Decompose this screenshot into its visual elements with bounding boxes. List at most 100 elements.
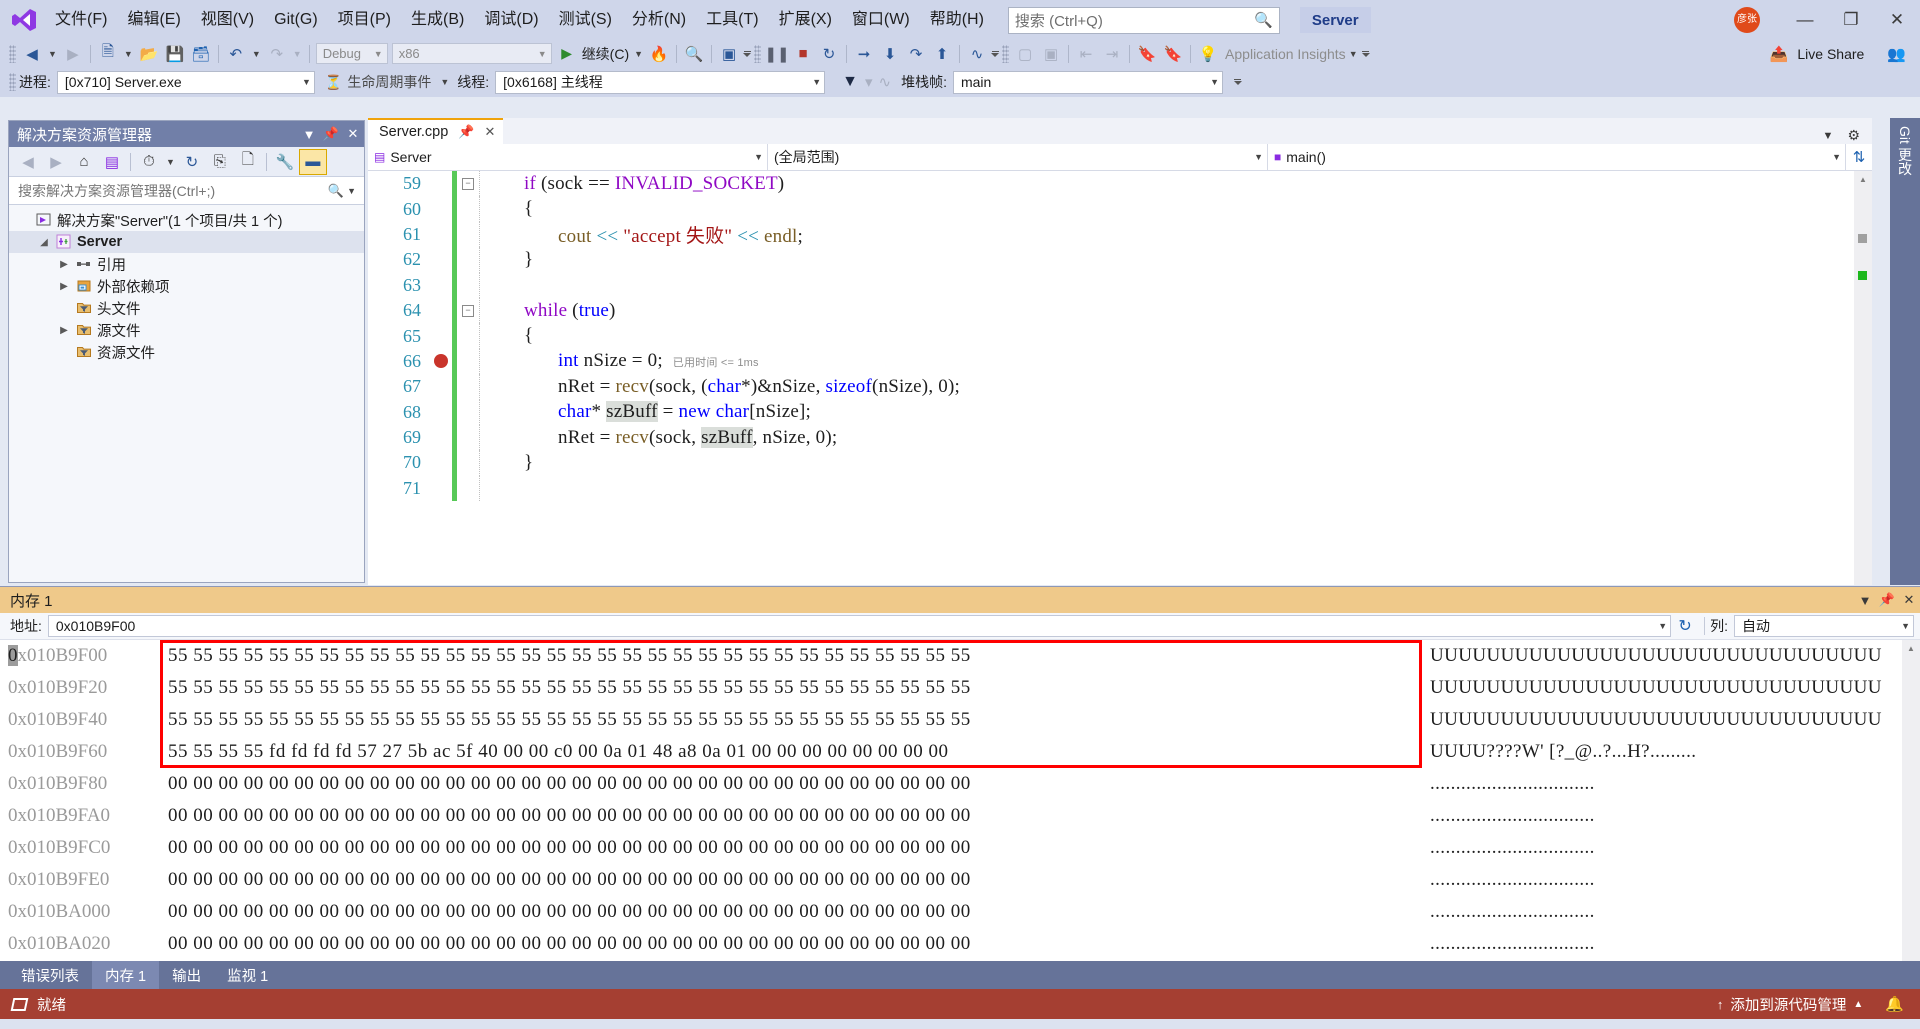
breakpoint-gutter[interactable] — [430, 354, 452, 369]
menu-item-9[interactable]: 工具(T) — [696, 6, 768, 34]
pin-icon[interactable]: 📌 — [458, 124, 474, 140]
memory-row[interactable]: 0x010B9F00 55 55 55 55 55 55 55 55 55 55 … — [0, 640, 1920, 672]
columns-combo[interactable]: 自动 ▼ — [1734, 615, 1914, 637]
bottom-tab-2[interactable]: 输出 — [159, 961, 214, 989]
tree-node-5[interactable]: ▶ 源文件 — [9, 319, 364, 341]
attach-search-icon[interactable]: 🔍 — [681, 42, 707, 66]
menu-item-3[interactable]: Git(G) — [264, 6, 328, 34]
menu-item-7[interactable]: 测试(S) — [549, 6, 622, 34]
menu-item-0[interactable]: 文件(F) — [45, 6, 117, 34]
close-icon[interactable]: ✕ — [485, 124, 496, 140]
bottom-tab-1[interactable]: 内存 1 — [92, 961, 160, 989]
solution-configuration-combo[interactable]: Debug ▼ — [315, 43, 388, 64]
menu-item-5[interactable]: 生成(B) — [401, 6, 474, 34]
memory-row[interactable]: 0x010B9F20 55 55 55 55 55 55 55 55 55 55 … — [0, 672, 1920, 704]
bottom-tab-0[interactable]: 错误列表 — [8, 961, 92, 989]
live-share-account-icon[interactable]: 👥 — [1887, 45, 1906, 63]
navigate-backward-icon[interactable]: ◀ — [19, 42, 45, 66]
hot-reload-icon[interactable]: 🔥 — [646, 42, 672, 66]
collapse-twisty-icon[interactable]: ▶ — [55, 325, 73, 336]
step-over-icon[interactable]: ↷ — [903, 42, 929, 66]
pending-changes-icon[interactable]: ⏱ — [135, 149, 163, 175]
split-view-icon[interactable]: ⇅ — [1846, 144, 1872, 170]
menu-item-12[interactable]: 帮助(H) — [920, 6, 994, 34]
collapse-twisty-icon[interactable]: ▶ — [55, 259, 73, 270]
solution-explorer-search-input[interactable]: 搜索解决方案资源管理器(Ctrl+;) 🔍 ▼ — [9, 177, 364, 205]
notifications-button[interactable]: 🔔 — [1885, 995, 1904, 1013]
close-icon[interactable]: ✕ — [342, 126, 364, 142]
application-insights-button[interactable]: Application Insights — [1225, 46, 1346, 62]
stackframe-combo[interactable]: main ▼ — [952, 70, 1223, 94]
show-all-files-icon[interactable]: 🗋 — [234, 149, 262, 175]
toolbar-grip[interactable] — [1002, 44, 1010, 63]
minimize-button[interactable]: — — [1782, 0, 1828, 40]
toolbar-grip[interactable] — [754, 44, 762, 63]
diagnostics-icon[interactable]: ∿ — [964, 42, 990, 66]
memory-row[interactable]: 0x010BA020 00 00 00 00 00 00 00 00 00 00 … — [0, 928, 1920, 960]
forward-icon[interactable]: ▶ — [42, 149, 70, 175]
application-insights-dropdown-icon[interactable]: ▼ — [1349, 49, 1358, 59]
scroll-up-icon[interactable]: ▲ — [1902, 640, 1920, 656]
memory-row[interactable]: 0x010B9FE0 00 00 00 00 00 00 00 00 00 00 … — [0, 864, 1920, 896]
collapse-twisty-icon[interactable]: ▶ — [55, 281, 73, 292]
process-combo[interactable]: [0x710] Server.exe ▼ — [56, 70, 315, 94]
chevron-down-icon[interactable]: ▼ — [347, 186, 356, 196]
continue-dropdown-icon[interactable]: ▼ — [634, 49, 643, 59]
pin-icon[interactable]: 📌 — [1876, 592, 1898, 608]
lifecycle-events-button[interactable]: 生命周期事件 — [347, 72, 431, 92]
menu-item-10[interactable]: 扩展(X) — [769, 6, 842, 34]
memory-row[interactable]: 0x010B9F60 55 55 55 55 fd fd fd fd 57 27 … — [0, 736, 1920, 768]
nav-scope-combo[interactable]: (全局范围) ▼ — [768, 144, 1268, 170]
undo-dropdown-icon[interactable]: ▼ — [252, 49, 261, 59]
memory-vertical-scrollbar[interactable]: ▲ — [1902, 640, 1920, 961]
nav-member-combo[interactable]: ■ main() ▼ — [1268, 144, 1846, 170]
memory-row[interactable]: 0x010BA000 00 00 00 00 00 00 00 00 00 00 … — [0, 896, 1920, 928]
refresh-icon[interactable]: ↻ — [178, 149, 206, 175]
step-out-icon[interactable]: ⬆ — [929, 42, 955, 66]
fold-toggle[interactable]: − — [457, 304, 479, 317]
panel-dropdown-icon[interactable]: ▼ — [298, 127, 320, 142]
collapse-all-icon[interactable]: ⎘ — [206, 149, 234, 175]
tree-node-0[interactable]: 解决方案"Server"(1 个项目/共 1 个) — [9, 209, 364, 231]
lifecycle-dropdown-icon[interactable]: ▼ — [440, 77, 449, 87]
restore-button[interactable]: ❐ — [1828, 0, 1874, 40]
step-into-icon[interactable]: ⬇ — [877, 42, 903, 66]
source-control-button[interactable]: ↑ 添加到源代码管理 ▲ — [1717, 994, 1863, 1015]
save-all-icon[interactable]: 🗃 — [188, 42, 214, 66]
nav-project-combo[interactable]: ▤ Server ▼ — [368, 144, 768, 170]
preview-selected-items-icon[interactable]: ▬ — [298, 148, 327, 175]
tree-node-2[interactable]: ▶ 引用 — [9, 253, 364, 275]
refresh-icon[interactable]: ↻ — [1671, 616, 1699, 636]
menu-item-1[interactable]: 编辑(E) — [117, 6, 190, 34]
fold-toggle[interactable]: − — [457, 177, 479, 190]
address-input[interactable]: 0x010B9F00 ▼ — [47, 615, 1672, 637]
next-bookmark-icon[interactable]: 🔖 — [1160, 42, 1186, 66]
memory-grid[interactable]: 0x010B9F00 55 55 55 55 55 55 55 55 55 55 … — [0, 640, 1920, 961]
menu-item-11[interactable]: 窗口(W) — [842, 6, 920, 34]
stop-debugging-icon[interactable]: ■ — [790, 42, 816, 66]
toggle-bookmark-icon[interactable]: 🔖 — [1134, 42, 1160, 66]
menu-item-6[interactable]: 调试(D) — [474, 6, 548, 34]
memory-row[interactable]: 0x010B9FA0 00 00 00 00 00 00 00 00 00 00 … — [0, 800, 1920, 832]
restart-icon[interactable]: ↻ — [816, 42, 842, 66]
live-visual-tree-icon[interactable]: ▣ — [716, 42, 742, 66]
menu-item-8[interactable]: 分析(N) — [622, 6, 696, 34]
menu-item-4[interactable]: 项目(P) — [328, 6, 401, 34]
continue-play-icon[interactable]: ▶ — [554, 42, 580, 66]
editor-tab-server-cpp[interactable]: Server.cpp 📌 ✕ — [368, 118, 504, 144]
gear-icon[interactable]: ⚙ — [1847, 127, 1860, 144]
home-icon[interactable]: ⌂ — [70, 149, 98, 175]
break-all-icon[interactable]: ❚❚ — [764, 42, 790, 66]
chevron-down-icon[interactable]: ▼ — [1823, 130, 1834, 142]
tree-node-1[interactable]: ◢ Server — [9, 231, 364, 253]
switch-views-icon[interactable]: ▤ — [98, 149, 126, 175]
tree-node-4[interactable]: 头文件 — [9, 297, 364, 319]
toolbar-overflow-icon[interactable] — [1233, 79, 1242, 85]
open-file-icon[interactable]: 📂 — [136, 42, 162, 66]
navigate-backward-dropdown-icon[interactable]: ▼ — [48, 49, 57, 59]
memory-row[interactable]: 0x010B9FC0 00 00 00 00 00 00 00 00 00 00 … — [0, 832, 1920, 864]
toolbar-overflow-icon[interactable] — [743, 50, 752, 57]
save-icon[interactable]: 💾 — [162, 42, 188, 66]
editor-vertical-scrollbar[interactable]: ▲ — [1854, 171, 1872, 585]
git-changes-panel-tab[interactable]: Git 更改 — [1890, 118, 1920, 585]
